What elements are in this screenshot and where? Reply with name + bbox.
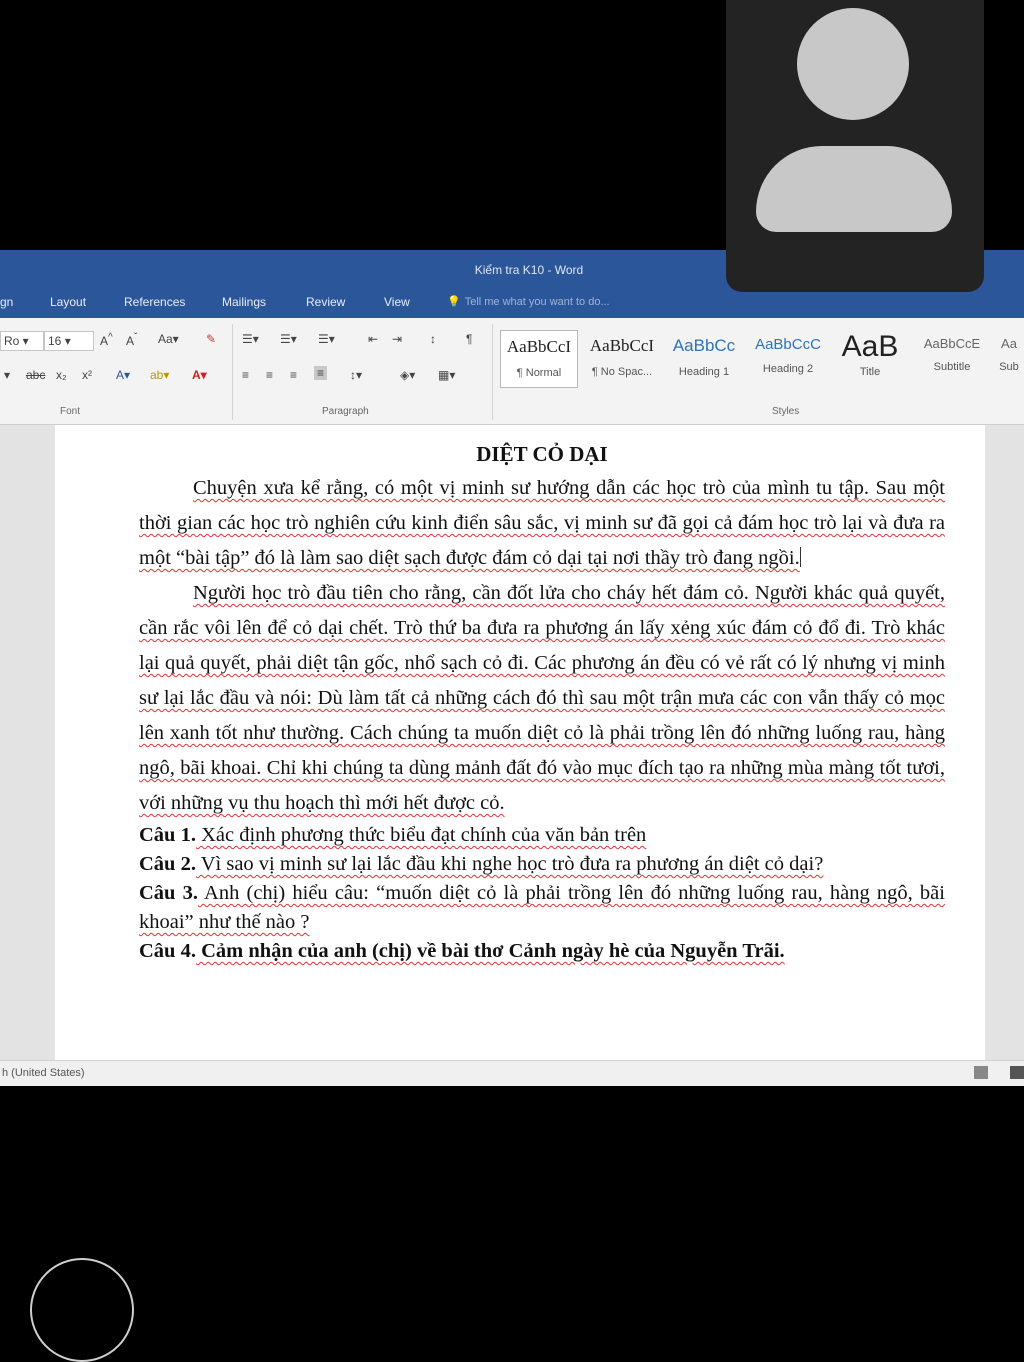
bullets-icon[interactable]: ☰▾ [242,332,259,346]
avatar-head-icon [797,8,909,120]
question-label: Câu 1. [139,824,196,846]
style-heading-2[interactable]: AaBbCcC Heading 2 [748,330,828,386]
question-text: Cảm nhận của anh (chị) về bài thơ Cảnh n… [195,940,785,962]
language-status[interactable]: h (United States) [2,1067,85,1079]
style-preview: AaB [841,330,899,363]
font-color-icon[interactable]: A▾ [192,368,207,382]
style-preview: AaBbCcI [589,336,655,355]
clear-format-icon[interactable]: ✎ [206,332,216,346]
change-case-icon[interactable]: Aa▾ [158,332,179,346]
avatar-body-icon [756,146,952,232]
question-text: Anh (chị) hiểu câu: “muốn diệt cỏ là phả… [139,882,945,933]
question-label: Câu 2. [139,853,196,875]
tab-review[interactable]: Review [306,295,345,309]
numbering-icon[interactable]: ☰▾ [280,332,297,346]
print-layout-icon[interactable] [1010,1066,1024,1079]
participant-video-tile[interactable] [726,0,984,292]
style-preview: Aa [1001,336,1017,351]
question-3: Câu 3. Anh (chị) hiểu câu: “muốn diệt cỏ… [139,879,945,937]
question-label: Câu 3. [139,882,198,904]
multilevel-list-icon[interactable]: ☰▾ [318,332,335,346]
font-group-label: Font [60,406,81,417]
font-size-box[interactable]: 16 ▾ [44,331,94,351]
underline-icon[interactable]: ▾ [4,368,10,382]
grow-font-icon[interactable]: A^ [100,332,113,348]
justify-icon[interactable]: ≡ [314,366,328,380]
style-preview: AaBbCcC [755,336,821,353]
paragraph-2: Người học trò đầu tiên cho rằng, cần đốt… [139,576,945,821]
font-name-box[interactable]: Ro ▾ [0,331,44,351]
decrease-indent-icon[interactable]: ⇤ [368,332,378,346]
divider [492,324,493,420]
style-preview: AaBbCcI [506,337,572,356]
style-subtle-emphasis[interactable]: Aa Sub [994,330,1024,386]
style-name: Heading 2 [762,363,814,375]
document-body[interactable]: DIỆT CỎ DẠI Chuyện xưa kể rằng, có một v… [139,437,945,966]
tell-me-text: Tell me what you want to do... [464,296,610,308]
paragraph-1: Chuyện xưa kể rằng, có một vị minh sư hư… [139,471,945,576]
font-name-value: Ro [4,334,20,348]
sort-icon[interactable]: ↕ [430,332,436,346]
paragraph-2-text: Người học trò đầu tiên cho rằng, cần đốt… [139,582,945,814]
strikethrough-icon[interactable]: abc [26,368,45,382]
document-area: DIỆT CỎ DẠI Chuyện xưa kể rằng, có một v… [0,425,1024,1060]
style-name: Subtitle [933,361,971,373]
show-marks-icon[interactable]: ¶ [466,332,472,346]
style-normal[interactable]: AaBbCcI ¶ Normal [500,330,578,388]
highlight-icon[interactable]: ab▾ [150,368,169,382]
question-1: Câu 1. Xác định phương thức biểu đạt chí… [139,821,945,850]
style-preview: AaBbCc [672,336,736,355]
question-4: Câu 4. Cảm nhận của anh (chị) về bài thơ… [139,937,945,966]
divider [232,324,233,420]
align-right-icon[interactable]: ≡ [290,368,297,382]
question-text: Vì sao vị minh sư lại lắc đầu khi nghe h… [195,853,824,875]
tab-layout[interactable]: Layout [50,295,86,309]
status-bar: h (United States) [0,1060,1024,1086]
style-subtitle[interactable]: AaBbCcE Subtitle [912,330,992,386]
style-name: Sub [999,361,1019,373]
question-label: Câu 4. [139,940,196,962]
increase-indent-icon[interactable]: ⇥ [392,332,402,346]
document-page[interactable]: DIỆT CỎ DẠI Chuyện xưa kể rằng, có một v… [55,425,985,1060]
document-title: DIỆT CỎ DẠI [476,442,608,466]
word-window: Kiểm tra K10 - Word gn Layout References… [0,250,1024,1086]
tab-mailings[interactable]: Mailings [222,295,266,309]
superscript-icon[interactable]: x² [82,368,92,382]
tab-view[interactable]: View [384,295,410,309]
text-cursor [799,547,801,567]
tab-references[interactable]: References [124,295,185,309]
align-left-icon[interactable]: ≡ [242,368,249,382]
text-effects-icon[interactable]: A▾ [116,368,130,382]
subscript-icon[interactable]: x₂ [56,368,67,382]
circle-control-icon[interactable] [30,1258,134,1362]
paragraph-1-text: Chuyện xưa kể rằng, có một vị minh sư hư… [139,477,945,569]
paragraph-group-label: Paragraph [322,406,369,417]
lightbulb-icon: 💡 [447,296,461,308]
styles-group-label: Styles [772,406,800,417]
shrink-font-icon[interactable]: Aˇ [126,332,137,348]
style-name: ¶ No Spac... [591,366,653,378]
read-mode-icon[interactable] [974,1066,988,1079]
style-name: Title [859,366,881,378]
font-size-value: 16 [48,334,62,348]
tab-design[interactable]: gn [0,295,13,309]
line-spacing-icon[interactable]: ↕▾ [350,368,362,382]
tell-me-search[interactable]: 💡 Tell me what you want to do... [447,295,610,308]
style-heading-1[interactable]: AaBbCc Heading 1 [664,330,744,386]
ribbon: Ro ▾ 16 ▾ A^ Aˇ Aa▾ ✎ ▾ abc x₂ x² A▾ ab▾… [0,318,1024,425]
ribbon-tabs: gn Layout References Mailings Review Vie… [0,292,1024,318]
borders-icon[interactable]: ▦▾ [438,368,455,382]
style-no-spacing[interactable]: AaBbCcI ¶ No Spac... [582,330,662,386]
style-name: ¶ Normal [516,367,562,379]
question-2: Câu 2. Vì sao vị minh sư lại lắc đầu khi… [139,850,945,879]
align-center-icon[interactable]: ≡ [266,368,273,382]
style-name: Heading 1 [678,366,730,378]
style-title[interactable]: AaB Title [830,330,910,386]
style-preview: AaBbCcE [923,336,981,351]
question-text: Xác định phương thức biểu đạt chính của … [195,824,647,846]
shading-icon[interactable]: ◈▾ [400,368,415,382]
